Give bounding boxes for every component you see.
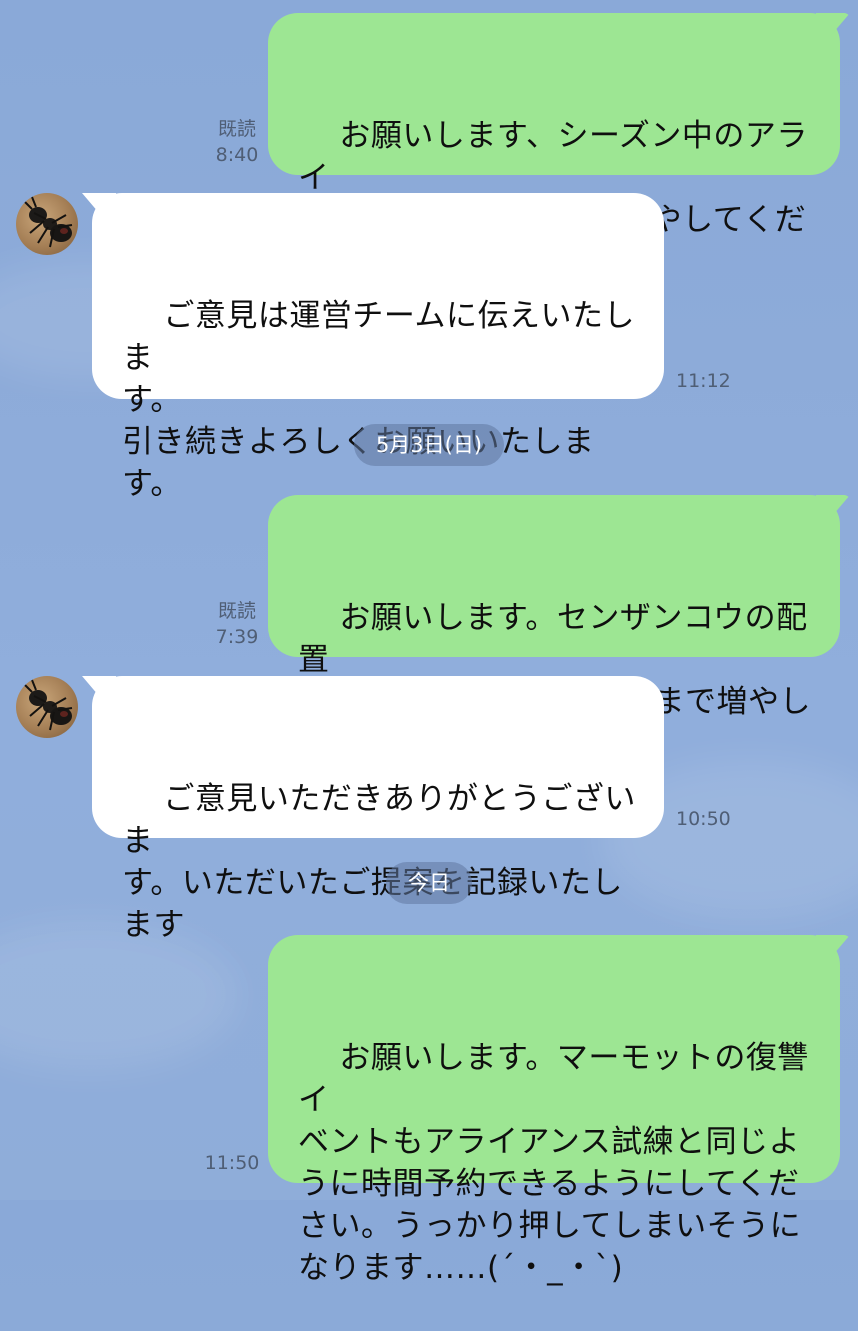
outgoing-message-bubble[interactable]: お願いします。センザンコウの配置 を変えられるのを1日5回まで増やし てください [268,495,850,762]
message-time: 7:39 [215,626,259,648]
outgoing-message-bubble[interactable]: お願いします、シーズン中のアライ アンスマークを30まで増やしてくだ さい [268,13,850,280]
message-time: 11:50 [204,1152,260,1174]
bubble-tail [816,935,850,959]
bubble-tail [816,13,850,37]
ant-avatar-icon[interactable] [16,193,78,255]
bubble-tail [816,495,850,519]
incoming-message-bubble[interactable]: ご意見は運営チームに伝えいたしま す。 引き続きよろしくお願いいたしま す。 [82,193,664,502]
message-text: お願いします。マーモットの復讐イ ベントもアライアンス試練と同じよ うに時間予約… [298,1040,809,1286]
date-separator: 今日 [386,862,472,904]
read-receipt: 既読 8:40 [210,116,264,168]
message-text: ご意見いただきありがとうございま す。いただいたご提案を記録いたし ます [122,781,636,943]
chat-area: 既読 8:40 お願いします、シーズン中のアライ アンスマークを30まで増やして… [0,0,858,1286]
message-time: 10:50 [676,808,731,830]
read-receipt: 既読 7:39 [210,598,264,650]
read-label: 既読 [217,600,256,622]
read-receipt: 11:50 [202,1150,262,1176]
bubble-tail [82,676,116,700]
outgoing-message-bubble[interactable]: お願いします。マーモットの復讐イ ベントもアライアンス試練と同じよ うに時間予約… [268,935,850,1286]
message-time: 11:12 [676,370,731,392]
date-separator: 5月3日(日) [354,424,504,466]
message-text: ご意見は運営チームに伝えいたしま す。 引き続きよろしくお願いいたしま す。 [122,298,635,502]
incoming-message-bubble[interactable]: ご意見いただきありがとうございま す。いただいたご提案を記録いたし ます [82,676,664,943]
ant-avatar-icon[interactable] [16,676,78,738]
bubble-tail [82,193,116,217]
message-time: 8:40 [215,144,259,166]
read-label: 既読 [217,118,256,140]
